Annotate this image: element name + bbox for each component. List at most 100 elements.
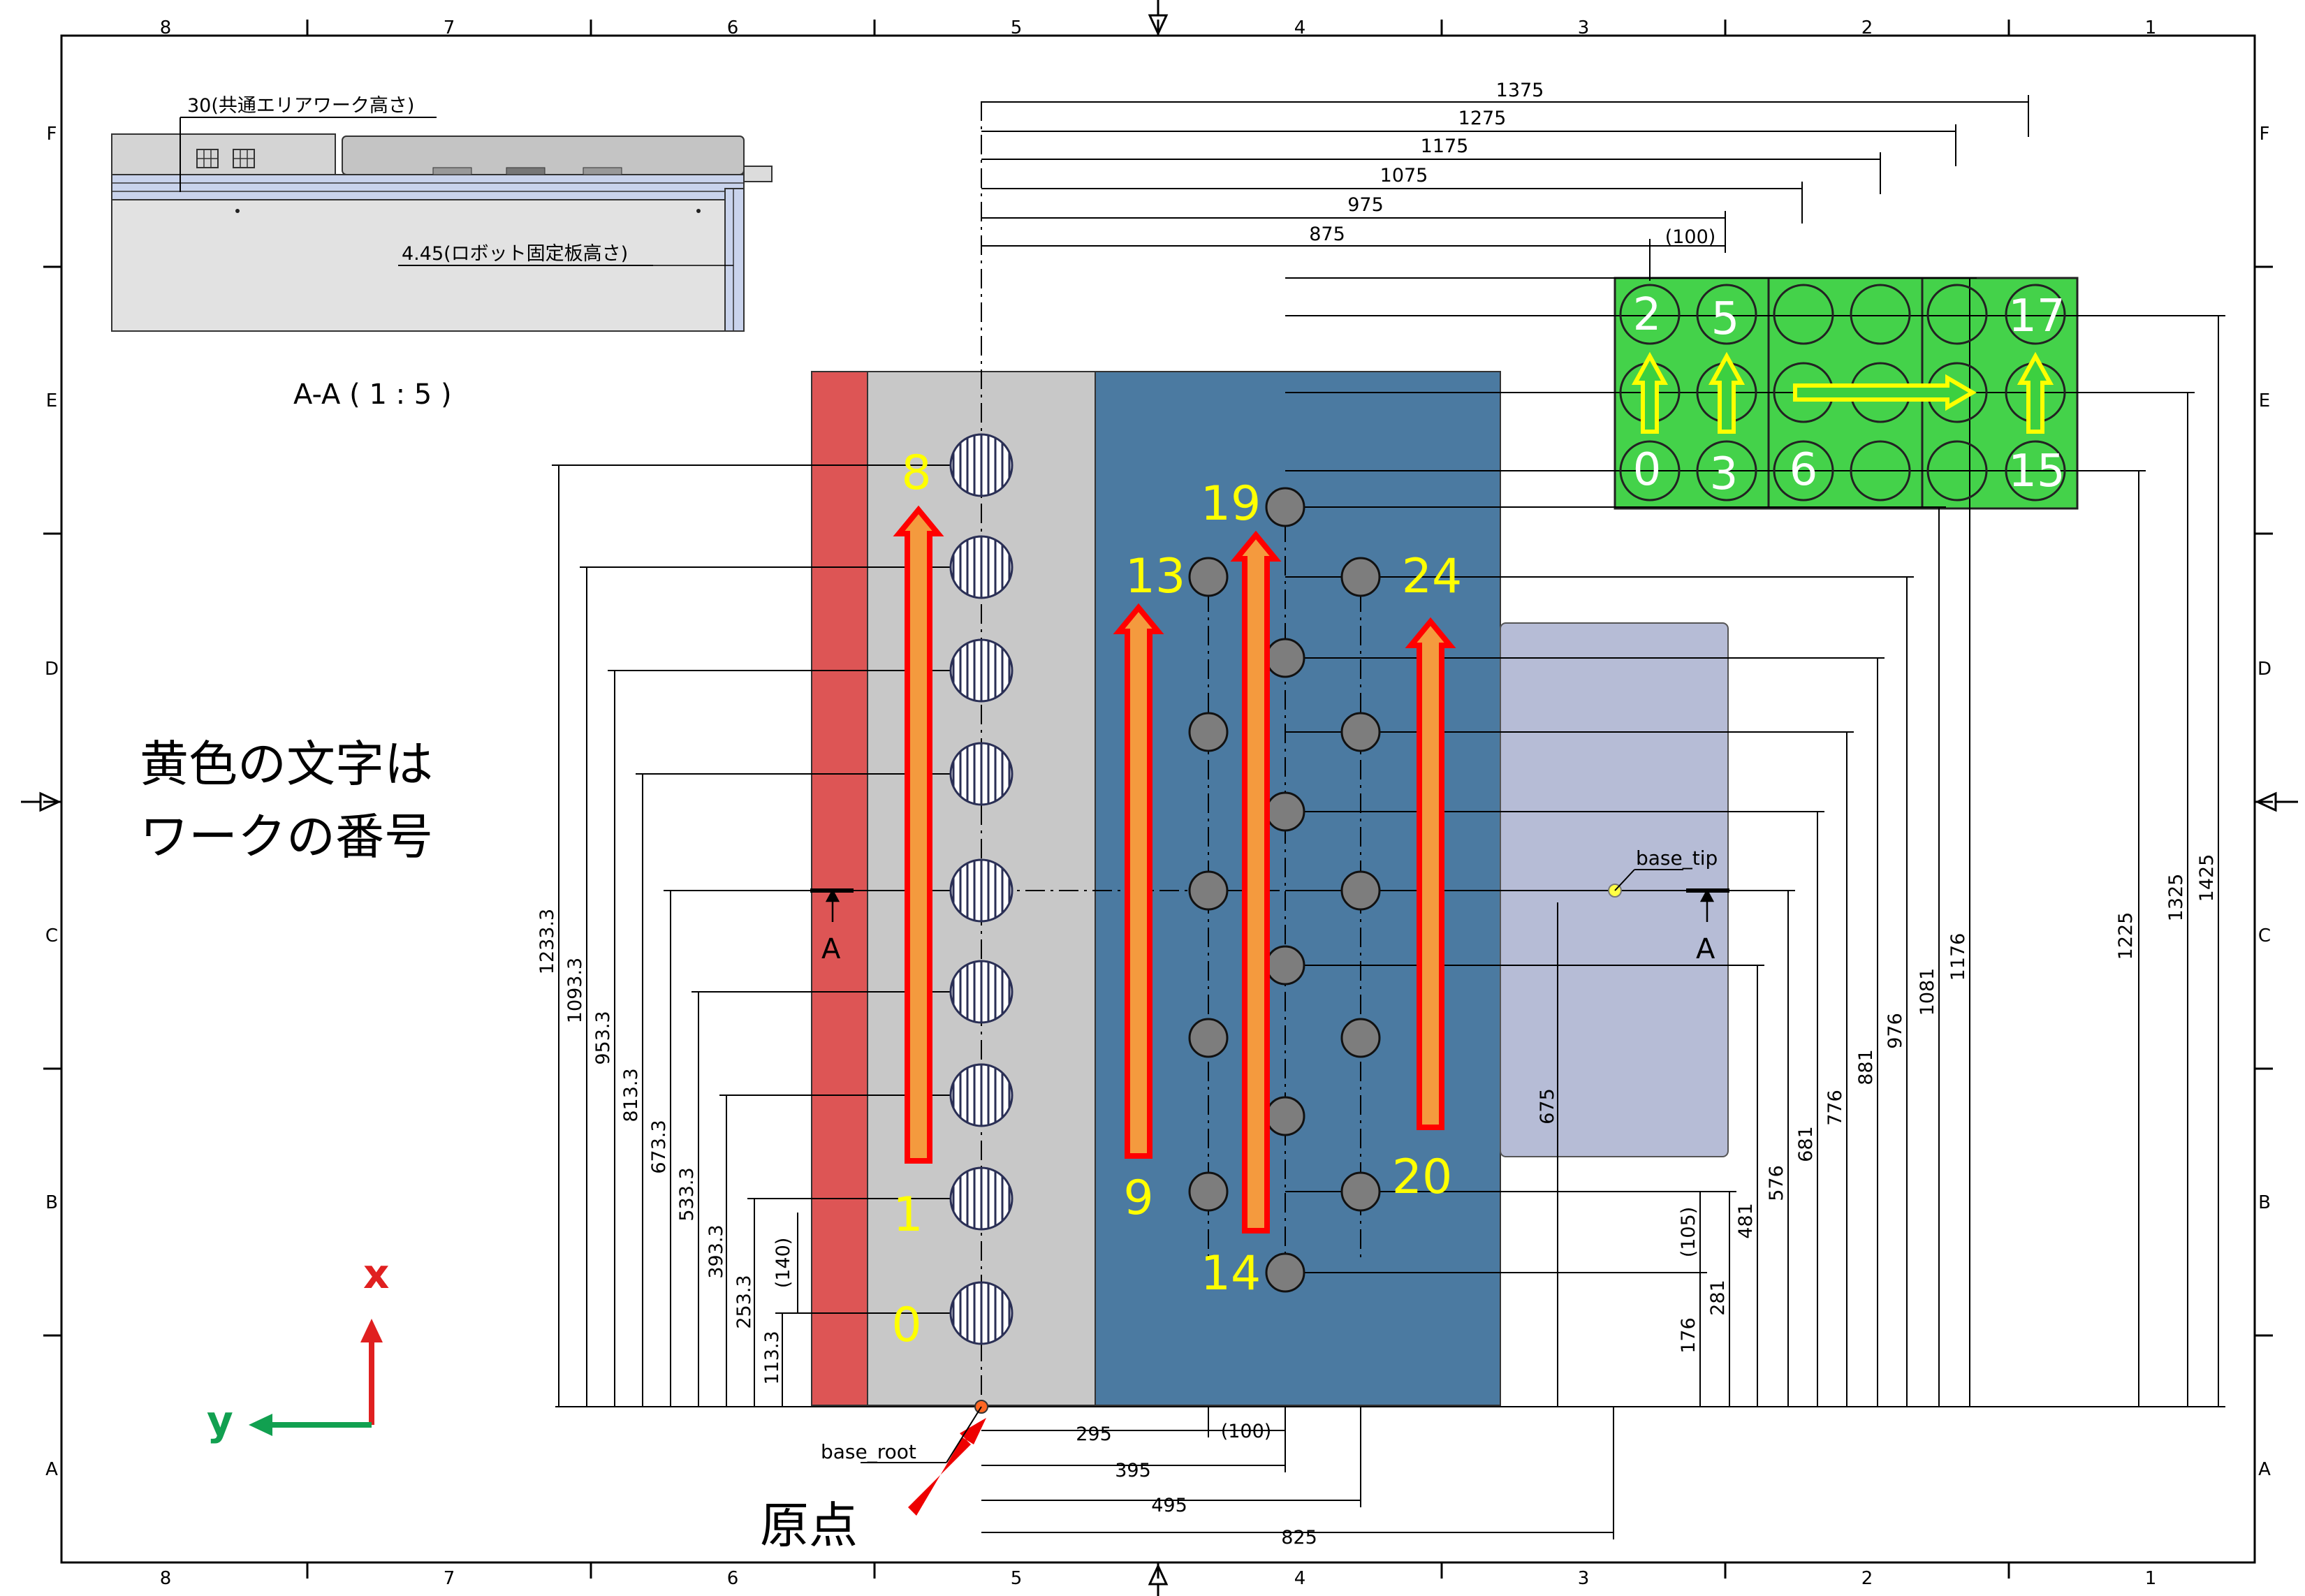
dim-top: 975 (1347, 194, 1384, 216)
work-hatched (949, 742, 1014, 806)
order-arrow-icon (1113, 603, 1164, 1159)
dim-right: 1081 (1917, 968, 1938, 1016)
column-label-bottom: 7 (444, 1568, 455, 1589)
column-label-bottom: 1 (2145, 1568, 2157, 1589)
column-label-bottom: 6 (727, 1568, 739, 1589)
dim-top: 875 (1309, 224, 1345, 245)
column-label-top: 1 (2145, 17, 2157, 38)
work-number: 20 (1392, 1150, 1453, 1205)
work-round (1340, 712, 1381, 752)
dim-bottom: 395 (1115, 1460, 1151, 1481)
work-number: 13 (1125, 549, 1186, 604)
work-hatched (949, 433, 1014, 497)
row-label-right: A (2258, 1459, 2271, 1480)
column-label-top: 5 (1011, 17, 1023, 38)
work-hatched (949, 1063, 1014, 1127)
work-number: 9 (1123, 1171, 1153, 1226)
work-number: 14 (1201, 1246, 1261, 1301)
section-view-aa: 30(共通エリアワーク高さ) 4.45(ロボット固定板高さ) A-A ( 1 :… (111, 95, 773, 411)
note-line-2: ワークの番号 (140, 808, 433, 865)
dim-right: (105) (1678, 1207, 1699, 1258)
dim-top: (100) (1665, 226, 1716, 248)
origin-arrow-icon (908, 1418, 986, 1516)
row-label-left: B (45, 1192, 58, 1213)
work-number: 15 (2008, 446, 2065, 497)
axis-y-arrow-icon (249, 1414, 272, 1436)
row-label-left: C (45, 925, 58, 946)
dim-right: 1225 (2115, 912, 2137, 960)
dim-right: 281 (1707, 1280, 1729, 1316)
row-label-right: D (2258, 659, 2271, 680)
row-label-left: E (46, 390, 57, 411)
dim-right: 976 (1885, 1013, 1906, 1049)
work-hatched (949, 960, 1014, 1024)
work-round (1340, 557, 1381, 597)
work-round (1340, 1018, 1381, 1058)
dim-left: 253.3 (733, 1275, 755, 1328)
axis-y-label: y (207, 1397, 233, 1444)
work-number: 0 (1633, 444, 1662, 496)
order-arrow-icon (1405, 617, 1456, 1130)
cut-marker-left: A (821, 933, 841, 965)
work-number: 5 (1711, 293, 1740, 345)
work-round (1265, 1096, 1305, 1136)
dim-right: 675 (1537, 1088, 1558, 1125)
work-round (1340, 870, 1381, 911)
work-hatched (949, 858, 1014, 923)
column-label-bottom: 2 (1861, 1568, 1873, 1589)
row-label-right: B (2258, 1192, 2271, 1213)
work-round (1188, 1018, 1229, 1058)
work-round (1265, 1252, 1305, 1293)
section-title: A-A ( 1 : 5 ) (293, 379, 452, 411)
work-hatched (949, 638, 1014, 703)
work-number: 1 (893, 1187, 923, 1243)
dim-left: 393.3 (705, 1224, 727, 1278)
dim-right: 681 (1795, 1126, 1817, 1162)
dim-bottom: 495 (1151, 1495, 1187, 1516)
dim-right: 881 (1855, 1049, 1877, 1085)
work-number: 24 (1402, 549, 1463, 604)
work-hatched (949, 1281, 1014, 1345)
dim-left: 953.3 (592, 1011, 614, 1064)
work-number: 3 (1710, 448, 1739, 500)
column-label-top: 6 (727, 17, 739, 38)
work-number: 8 (901, 446, 931, 501)
origin-label: 原点 (760, 1497, 858, 1554)
dim-top: 1275 (1458, 108, 1507, 129)
work-hatched (949, 535, 1014, 599)
work-height-label: 30(共通エリアワーク高さ) (187, 95, 414, 117)
axis-x-arrow-icon (360, 1319, 383, 1342)
row-label-left: D (45, 659, 59, 680)
dim-left: 813.3 (620, 1068, 642, 1122)
column-label-top: 2 (1861, 17, 1873, 38)
dim-right: 776 (1824, 1090, 1846, 1126)
work-round (1265, 945, 1305, 986)
work-round (1265, 487, 1305, 527)
dim-left: 113.3 (761, 1331, 783, 1384)
dim-right: 576 (1766, 1165, 1787, 1201)
row-label-left: F (47, 124, 57, 145)
row-label-right: E (2259, 390, 2270, 411)
row-label-right: C (2258, 925, 2271, 946)
work-number: 2 (1633, 289, 1662, 341)
axis-indicator: x y (207, 1250, 389, 1444)
column-label-bottom: 4 (1294, 1568, 1306, 1589)
dim-left: 673.3 (648, 1120, 670, 1173)
work-round (1188, 870, 1229, 911)
dim-left: 1233.3 (536, 909, 558, 974)
note-line-1: 黄色の文字は (140, 735, 433, 793)
row-label-right: F (2260, 124, 2270, 145)
column-label-bottom: 8 (160, 1568, 172, 1589)
column-label-bottom: 3 (1578, 1568, 1590, 1589)
dim-right: 481 (1735, 1203, 1757, 1239)
work-hatched (949, 1166, 1014, 1231)
work-number: 0 (891, 1298, 921, 1353)
work-number: 17 (2008, 291, 2065, 342)
dim-left: 533.3 (676, 1167, 698, 1221)
technical-drawing: 8 7 6 5 4 3 2 1 8 7 6 5 4 3 2 1 F E D C … (21, 0, 2298, 1596)
work-round (1265, 638, 1305, 678)
dim-right: 176 (1678, 1317, 1699, 1354)
dim-bottom: 825 (1281, 1527, 1317, 1549)
order-arrow-icon (893, 505, 944, 1164)
axis-x-label: x (363, 1250, 389, 1298)
